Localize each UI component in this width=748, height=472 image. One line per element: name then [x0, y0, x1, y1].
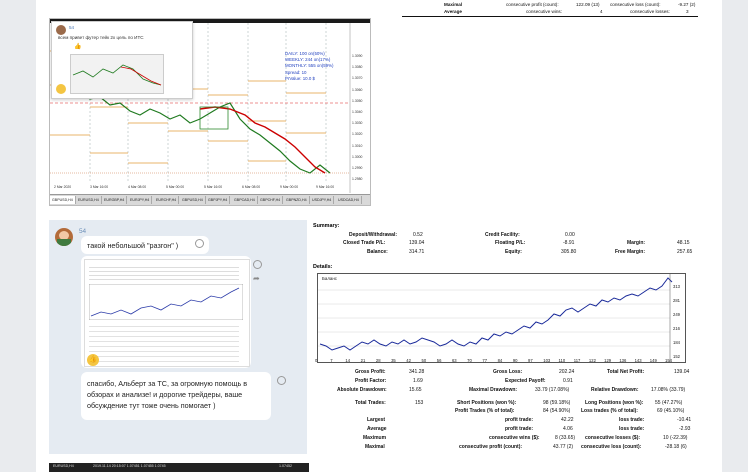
symbol-label: EURUSD,H4 [53, 464, 74, 468]
message-text: спасибо, Альберт за ТС, за огромную помо… [87, 379, 248, 410]
x-tick-label: 14 [345, 358, 351, 363]
bottom-chart-strip: EURUSD,H4 2019.11.14 20:15:07 1.07451 1.… [49, 463, 309, 472]
x-tick-label: 56 [436, 358, 442, 363]
row-caption: consecutive wins: [526, 9, 563, 14]
tab-symbol[interactable]: GBPUSD,H4 [50, 196, 76, 204]
row-label: Maximal [444, 2, 463, 7]
sender-name: 54 [69, 25, 75, 30]
balance-graph: Баланс 313 281 249 216 184 152 [317, 273, 686, 363]
x-tick-label: 154 [665, 358, 672, 363]
tab-symbol[interactable]: EURJPY,H4 [128, 196, 153, 204]
tab-symbol[interactable]: USDJPY,H4 [310, 196, 335, 204]
x-tick-label: 84 [497, 358, 503, 363]
x-tick-label: 21 [360, 358, 366, 363]
report-thumbnail[interactable] [84, 259, 250, 367]
x-tick-label: 136 [619, 358, 627, 363]
x-tick-label: 70 [467, 358, 472, 363]
x-tick-label: 122 [588, 358, 596, 363]
x-tick-label: 42 [406, 358, 411, 363]
tab-symbol[interactable]: GBPCHF,H4 [258, 196, 284, 204]
tab-symbol[interactable]: GBPJPY,H4 [206, 196, 231, 204]
stat-row: Profit Factor: 1.69 Expected Payoff: 0.9… [355, 378, 573, 384]
x-tick-label: 117 [573, 358, 581, 363]
x-tick-label: 90 [512, 358, 518, 363]
smile-icon[interactable] [195, 239, 204, 248]
x-tick-label: 50 [421, 358, 427, 363]
avatar [56, 25, 66, 35]
time-axis: 2 Mar 2020 3 Mar 16:00 4 Mar 08:00 5 Mar… [54, 185, 335, 189]
tab-symbol[interactable]: GBPNZD,H4 [284, 196, 310, 204]
trade-row: Maximum consecutive wins ($): 8 (33.65) … [363, 435, 688, 441]
x-tick-label: 63 [451, 358, 457, 363]
x-tick-label: 7 [330, 358, 333, 363]
tab-symbol[interactable]: GBPUSD,H4 [180, 196, 206, 204]
x-tick-label: 28 [375, 358, 381, 363]
stat-row: Gross Profit: 341.28 Gross Loss: 202.24 … [355, 369, 690, 375]
price-label: 1.07452 [279, 464, 292, 468]
tab-symbol[interactable]: EURCHF,H4 [154, 196, 180, 204]
row-caption: consecutive profit (count): [506, 2, 559, 7]
trade-row: Profit Trades (% of total): 84 (54.90%) … [455, 408, 685, 414]
pivot-info-box: DAILY: 100 on(50%) WEEKLY: 244 on(17%) M… [285, 51, 334, 81]
balance-curve [318, 274, 673, 362]
chat-message-popup: 54 всем привет футер тейк 2х цель по ИТС… [51, 21, 193, 99]
trade-row: Average profit trade: 4.06 loss trade: -… [367, 426, 691, 432]
tab-symbol[interactable]: GBPCAD,H4 [232, 196, 258, 204]
x-tick-label: 149 [649, 358, 657, 363]
smile-icon[interactable] [277, 376, 286, 385]
x-tick-label: 103 [543, 358, 551, 363]
row-value: 3 [686, 9, 689, 14]
row-caption: consecutive loss (count): [610, 2, 661, 7]
sender-name: 54 [79, 228, 87, 235]
x-tick-label: 110 [558, 358, 566, 363]
trend-line [199, 106, 326, 174]
thumbs-up-icon: 👍 [74, 44, 82, 50]
row-value: 122.09 (13) [576, 2, 600, 7]
thumbs-up-icon[interactable]: 👍 [87, 354, 99, 366]
trade-row: Largest profit trade: 42.22 loss trade: … [367, 417, 692, 423]
tab-symbol[interactable]: EURUSD,H4 [76, 196, 102, 204]
row-value: -9.27 (2) [678, 2, 696, 7]
y-axis-labels: 313 281 249 216 184 152 [673, 284, 680, 359]
report-row-average: Average consecutive wins: 4 consecutive … [402, 9, 698, 17]
stat-row: Absolute Drawdown: 15.65 Maximal Drawdow… [337, 387, 686, 393]
x-tick-label: 143 [634, 358, 642, 363]
x-tick-label: 35 [391, 358, 396, 363]
x-tick-label: 97 [528, 358, 533, 363]
row-caption: consecutive losses: [630, 9, 670, 14]
price-axis: 1.3090 1.3080 1.3070 1.3060 1.3050 1.3040 1… [352, 54, 363, 182]
quote-label: 2019.11.14 20:15:07 1.07451 1.07455 1.07… [93, 464, 166, 468]
chat-screenshot: 54 такой небольшой "разгон" ) ➦ 👍 спасиб… [49, 220, 307, 454]
strategy-tester-report: Summary: Deposit/Withdrawal: 0.52 Credit… [309, 215, 700, 455]
message-bubble: спасибо, Альберт за ТС, за огромную помо… [81, 372, 271, 420]
image-message-bubble [81, 256, 251, 368]
message-text: всем привет футер тейк 2х цель по ИТС [58, 35, 144, 40]
tab-symbol[interactable]: EURGBP,H4 [102, 196, 128, 204]
x-axis-labels: 0 7 14 21 28 35 42 50 56 63 70 77 84 90 97 103 110 117 122… [315, 358, 677, 364]
summary-row: Deposit/Withdrawal: 0.52 Credit Facility… [349, 232, 575, 238]
symbol-tabs: GBPUSD,H4 EURUSD,H4 EURGBP,H4 EURJPY,H4 … [50, 194, 370, 205]
details-title: Details: [313, 264, 333, 270]
smile-icon[interactable] [253, 260, 262, 269]
x-tick-label: 129 [604, 358, 612, 363]
summary-row: Balance: 314.71 Equity: 305.80 Free Marg… [367, 249, 693, 255]
tab-symbol[interactable]: USDCAD,H4 [336, 196, 362, 204]
row-value: 4 [600, 9, 603, 14]
summary-title: Summary: [313, 223, 340, 229]
x-tick-label: 77 [482, 358, 488, 363]
summary-row: Closed Trade P/L: 139.04 Floating P/L: -… [343, 240, 690, 246]
x-tick-label: 0 [315, 358, 318, 363]
row-label: Average [444, 9, 462, 14]
reaction-icon[interactable] [56, 84, 66, 94]
message-text: такой небольшой "разгон" ) [87, 241, 179, 250]
message-bubble: такой небольшой "разгон" ) [81, 236, 209, 254]
share-icon[interactable]: ➦ [253, 274, 260, 283]
mini-chart-thumbnail[interactable] [70, 54, 164, 94]
trade-row: Total Trades: 153 Short Positions (won %… [355, 400, 683, 406]
avatar [55, 228, 73, 246]
trade-row: Maximal consecutive profit (count): 43.7… [365, 444, 687, 450]
